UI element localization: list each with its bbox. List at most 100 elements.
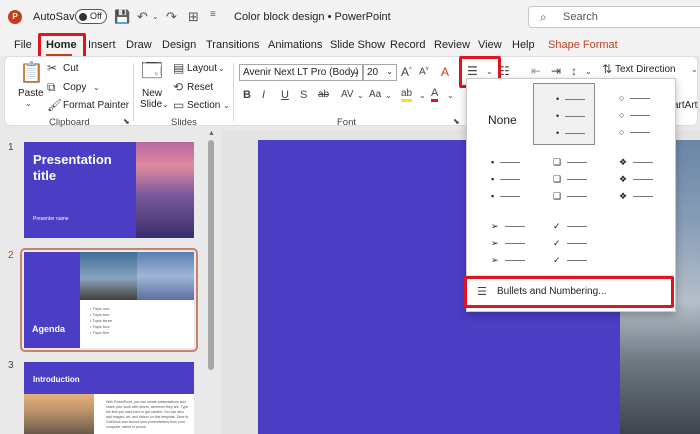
- clear-formatting-icon[interactable]: A: [441, 66, 449, 78]
- bullet-option-filled-round-small[interactable]: • • •: [533, 83, 595, 145]
- slide-number: 2: [8, 250, 14, 261]
- cut-icon[interactable]: ✂: [47, 62, 57, 74]
- customize-toolbar-icon[interactable]: ≡: [210, 9, 216, 20]
- shrink-font-arrow-icon: v: [425, 66, 429, 72]
- font-size-select[interactable]: 20 ⌄: [363, 64, 397, 81]
- copy-button[interactable]: Copy: [63, 82, 86, 93]
- undo-icon[interactable]: ↶: [137, 9, 148, 25]
- bullet-option-hollow-square[interactable]: ❑ ❑ ❑: [535, 149, 597, 211]
- bullet-option-filled-square[interactable]: ▪ ▪ ▪: [471, 149, 533, 211]
- italic-button[interactable]: I: [262, 90, 265, 101]
- slides-scrollbar-thumb[interactable]: [208, 140, 214, 370]
- tab-help[interactable]: Help: [512, 39, 535, 51]
- shadow-text-button[interactable]: S: [300, 90, 307, 101]
- bullet-option-diamond[interactable]: ❖ ❖ ❖: [601, 149, 663, 211]
- tab-draw[interactable]: Draw: [126, 39, 152, 51]
- line-spacing-dropdown-icon[interactable]: ⌄: [585, 68, 592, 76]
- bullet-line: ❑: [553, 157, 588, 168]
- start-from-beginning-icon[interactable]: ⊞: [188, 9, 199, 25]
- format-painter-icon[interactable]: 🖌: [47, 99, 62, 111]
- group-separator: [133, 63, 134, 121]
- slide-thumbnail-1[interactable]: Presentation title Presenter name: [24, 142, 194, 238]
- bullet-option-none[interactable]: None: [469, 83, 533, 145]
- font-color-button[interactable]: A: [431, 88, 439, 102]
- check-mark-icon: ✓: [553, 221, 561, 231]
- font-launcher-icon[interactable]: ⬊: [453, 118, 460, 126]
- strikethrough-button[interactable]: ab: [318, 90, 329, 100]
- highlight-dropdown-icon[interactable]: ⌄: [419, 92, 426, 100]
- tab-transitions[interactable]: Transitions: [206, 39, 259, 51]
- new-slide-label-2[interactable]: Slide: [140, 99, 162, 110]
- tab-shape-format[interactable]: Shape Format: [548, 39, 618, 51]
- text-direction-icon[interactable]: ⇅: [602, 63, 612, 75]
- scroll-up-arrow-icon[interactable]: ▲: [208, 130, 215, 137]
- autosave-state: Off: [90, 11, 102, 21]
- copy-icon[interactable]: ⧉: [47, 81, 56, 93]
- text-direction-button[interactable]: Text Direction: [615, 64, 676, 75]
- tab-animations[interactable]: Animations: [268, 39, 322, 51]
- hollow-square-icon: ❑: [553, 191, 562, 201]
- paste-dropdown-icon[interactable]: ⌄: [25, 100, 32, 108]
- copy-dropdown-icon[interactable]: ⌄: [93, 84, 100, 92]
- undo-dropdown-icon[interactable]: ⌄: [152, 12, 159, 21]
- bullet-option-hollow-round[interactable]: ○ ○ ○: [601, 83, 663, 145]
- layout-dropdown-icon[interactable]: ⌄: [218, 65, 225, 73]
- character-spacing-button[interactable]: AV: [341, 90, 354, 100]
- layout-button[interactable]: Layout: [187, 63, 217, 74]
- title-bar: P AutoSave Off 💾 ↶ ⌄ ↷ ⊞ ≡ Color block d…: [0, 0, 700, 34]
- font-name-select[interactable]: Avenir Next LT Pro (Body) ⌄: [239, 64, 363, 81]
- section-dropdown-icon[interactable]: ⌄: [223, 102, 230, 110]
- bold-button[interactable]: B: [243, 90, 251, 101]
- paste-icon[interactable]: 📋: [19, 63, 44, 83]
- slide-1-title-line-2: title: [33, 168, 57, 183]
- grow-font-arrow-icon: ^: [409, 67, 412, 73]
- bullet-line: •: [556, 128, 586, 138]
- save-icon[interactable]: 💾: [114, 9, 130, 25]
- slide-thumbnail-2[interactable]: Agenda • Topic one • Topic two • Topic t…: [24, 252, 194, 348]
- format-painter-button[interactable]: Format Painter: [63, 100, 129, 111]
- decrease-indent-icon[interactable]: ⇤: [531, 65, 541, 77]
- text-direction-dropdown-icon[interactable]: ⌄: [691, 66, 698, 74]
- paste-button[interactable]: Paste: [18, 88, 44, 99]
- tab-insert[interactable]: Insert: [88, 39, 116, 51]
- bullet-option-arrow[interactable]: ➢ ➢ ➢: [471, 213, 533, 275]
- bullet-line: ✓: [553, 255, 587, 266]
- convert-to-smartart-button[interactable]: artArt: [673, 100, 697, 111]
- app-name: PowerPoint: [334, 11, 391, 23]
- new-slide-dropdown-icon[interactable]: ⌄: [162, 101, 169, 109]
- tab-design[interactable]: Design: [162, 39, 196, 51]
- slide-thumbnail-3[interactable]: Introduction With PowerPoint, you can cr…: [24, 362, 194, 434]
- tab-slide-show[interactable]: Slide Show: [330, 39, 385, 51]
- new-slide-icon[interactable]: 🗔: [141, 61, 163, 81]
- tab-review[interactable]: Review: [434, 39, 470, 51]
- clipboard-launcher-icon[interactable]: ⬊: [123, 118, 130, 126]
- slide-1-subtitle: Presenter name: [33, 216, 69, 222]
- highlight-color-button[interactable]: ab: [401, 89, 413, 102]
- line-spacing-icon[interactable]: ↕: [571, 65, 577, 77]
- redo-icon[interactable]: ↷: [166, 9, 177, 25]
- reset-icon[interactable]: ⟲: [173, 81, 183, 93]
- font-size-value: 20: [367, 67, 379, 78]
- shrink-font-button[interactable]: Av: [419, 66, 429, 77]
- change-case-dropdown-icon[interactable]: ⌄: [385, 92, 392, 100]
- tab-record[interactable]: Record: [390, 39, 425, 51]
- diamond-icon: ❖: [619, 191, 628, 201]
- tab-file[interactable]: File: [14, 39, 32, 51]
- new-slide-label-1[interactable]: New: [142, 88, 162, 99]
- layout-icon[interactable]: ▤: [173, 62, 184, 74]
- character-spacing-dropdown-icon[interactable]: ⌄: [357, 92, 364, 100]
- cut-button[interactable]: Cut: [63, 63, 79, 74]
- reset-button[interactable]: Reset: [187, 82, 213, 93]
- grow-font-button[interactable]: A^: [401, 66, 412, 78]
- search-input[interactable]: ⌕ Search: [528, 6, 700, 28]
- autosave-toggle[interactable]: Off: [75, 9, 107, 24]
- font-color-dropdown-icon[interactable]: ⌄: [447, 92, 454, 100]
- underline-button[interactable]: U: [281, 90, 289, 101]
- section-icon[interactable]: ▭: [173, 99, 184, 111]
- section-button[interactable]: Section: [187, 100, 220, 111]
- increase-indent-icon[interactable]: ⇥: [551, 65, 561, 77]
- bullet-none-label: None: [488, 113, 517, 127]
- change-case-button[interactable]: Aa: [369, 90, 381, 100]
- tab-view[interactable]: View: [478, 39, 502, 51]
- bullet-option-check[interactable]: ✓ ✓ ✓: [535, 213, 597, 275]
